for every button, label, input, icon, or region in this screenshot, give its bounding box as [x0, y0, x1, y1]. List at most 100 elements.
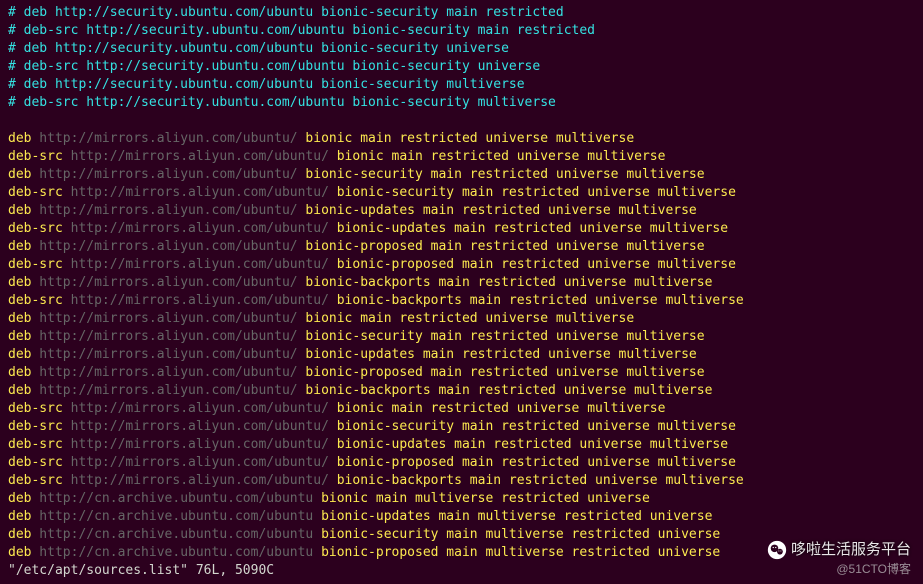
wechat-icon [767, 540, 787, 560]
repo-url: http://mirrors.aliyun.com/ubuntu/ [63, 455, 337, 470]
comment-line: # deb-src http://security.ubuntu.com/ubu… [8, 58, 915, 76]
repo-url: http://mirrors.aliyun.com/ubuntu/ [31, 203, 305, 218]
deb-type: deb [8, 311, 31, 326]
suite-components: bionic-updates main multiverse restricte… [321, 509, 712, 524]
suite-components: bionic-backports main restricted univers… [305, 383, 712, 398]
source-line: deb http://mirrors.aliyun.com/ubuntu/ bi… [8, 310, 915, 328]
suite-components: bionic-proposed main restricted universe… [337, 455, 736, 470]
suite-components: bionic-proposed main multiverse restrict… [321, 545, 720, 560]
suite-components: bionic-backports main restricted univers… [337, 473, 744, 488]
repo-url: http://mirrors.aliyun.com/ubuntu/ [63, 185, 337, 200]
vim-status-line: "/etc/apt/sources.list" 76L, 5090C [8, 562, 915, 580]
deb-type: deb [8, 509, 31, 524]
source-line: deb-src http://mirrors.aliyun.com/ubuntu… [8, 292, 915, 310]
comment-line: # deb http://security.ubuntu.com/ubuntu … [8, 76, 915, 94]
deb-type: deb-src [8, 185, 63, 200]
suite-components: bionic-backports main restricted univers… [305, 275, 712, 290]
suite-components: bionic-updates main restricted universe … [337, 221, 728, 236]
repo-url: http://mirrors.aliyun.com/ubuntu/ [63, 221, 337, 236]
deb-type: deb [8, 239, 31, 254]
deb-type: deb [8, 347, 31, 362]
repo-url: http://mirrors.aliyun.com/ubuntu/ [63, 293, 337, 308]
deb-type: deb-src [8, 149, 63, 164]
source-line: deb http://mirrors.aliyun.com/ubuntu/ bi… [8, 202, 915, 220]
deb-type: deb [8, 131, 31, 146]
source-line: deb http://mirrors.aliyun.com/ubuntu/ bi… [8, 382, 915, 400]
comment-line: # deb-src http://security.ubuntu.com/ubu… [8, 94, 915, 112]
repo-url: http://mirrors.aliyun.com/ubuntu/ [63, 419, 337, 434]
source-line: deb-src http://mirrors.aliyun.com/ubuntu… [8, 184, 915, 202]
deb-type: deb [8, 491, 31, 506]
repo-url: http://mirrors.aliyun.com/ubuntu/ [63, 473, 337, 488]
deb-type: deb [8, 329, 31, 344]
suite-components: bionic-security main restricted universe… [337, 185, 736, 200]
suite-components: bionic-updates main restricted universe … [305, 347, 696, 362]
repo-url: http://mirrors.aliyun.com/ubuntu/ [31, 329, 305, 344]
repo-url: http://mirrors.aliyun.com/ubuntu/ [31, 347, 305, 362]
suite-components: bionic-updates main restricted universe … [337, 437, 728, 452]
suite-components: bionic-proposed main restricted universe… [305, 365, 704, 380]
deb-type: deb-src [8, 473, 63, 488]
comment-line: # deb-src http://security.ubuntu.com/ubu… [8, 22, 915, 40]
deb-type: deb-src [8, 257, 63, 272]
watermark-text: 哆啦生活服务平台 [791, 541, 911, 558]
repo-url: http://mirrors.aliyun.com/ubuntu/ [31, 275, 305, 290]
source-line: deb-src http://mirrors.aliyun.com/ubuntu… [8, 256, 915, 274]
deb-type: deb-src [8, 293, 63, 308]
deb-type: deb-src [8, 419, 63, 434]
source-line: deb-src http://mirrors.aliyun.com/ubuntu… [8, 148, 915, 166]
source-line: deb-src http://mirrors.aliyun.com/ubuntu… [8, 454, 915, 472]
repo-url: http://mirrors.aliyun.com/ubuntu/ [31, 311, 305, 326]
repo-url: http://mirrors.aliyun.com/ubuntu/ [31, 365, 305, 380]
deb-type: deb [8, 383, 31, 398]
suite-components: bionic main multiverse restricted univer… [321, 491, 650, 506]
suite-components: bionic-security main restricted universe… [305, 167, 704, 182]
source-line: deb http://mirrors.aliyun.com/ubuntu/ bi… [8, 130, 915, 148]
suite-components: bionic main restricted universe multiver… [305, 311, 634, 326]
suite-components: bionic-security main restricted universe… [337, 419, 736, 434]
comment-line: # deb http://security.ubuntu.com/ubuntu … [8, 4, 915, 22]
comment-line: # deb http://security.ubuntu.com/ubuntu … [8, 40, 915, 58]
source-line: deb http://mirrors.aliyun.com/ubuntu/ bi… [8, 364, 915, 382]
deb-type: deb [8, 527, 31, 542]
suite-components: bionic main restricted universe multiver… [337, 401, 666, 416]
repo-url: http://cn.archive.ubuntu.com/ubuntu [31, 527, 321, 542]
source-line: deb http://mirrors.aliyun.com/ubuntu/ bi… [8, 328, 915, 346]
repo-url: http://cn.archive.ubuntu.com/ubuntu [31, 491, 321, 506]
source-line: deb http://mirrors.aliyun.com/ubuntu/ bi… [8, 238, 915, 256]
repo-url: http://mirrors.aliyun.com/ubuntu/ [31, 239, 305, 254]
suite-components: bionic-proposed main restricted universe… [337, 257, 736, 272]
repo-url: http://cn.archive.ubuntu.com/ubuntu [31, 509, 321, 524]
deb-type: deb-src [8, 401, 63, 416]
deb-type: deb-src [8, 437, 63, 452]
source-line: deb http://cn.archive.ubuntu.com/ubuntu … [8, 508, 915, 526]
suite-components: bionic main restricted universe multiver… [305, 131, 634, 146]
blank-line [8, 112, 915, 130]
terminal-editor[interactable]: # deb http://security.ubuntu.com/ubuntu … [8, 4, 915, 580]
suite-components: bionic-updates main restricted universe … [305, 203, 696, 218]
repo-url: http://mirrors.aliyun.com/ubuntu/ [31, 167, 305, 182]
deb-type: deb [8, 275, 31, 290]
wechat-watermark: 哆啦生活服务平台 [767, 540, 911, 560]
source-line: deb-src http://mirrors.aliyun.com/ubuntu… [8, 220, 915, 238]
source-line: deb http://mirrors.aliyun.com/ubuntu/ bi… [8, 166, 915, 184]
repo-url: http://mirrors.aliyun.com/ubuntu/ [63, 149, 337, 164]
deb-type: deb [8, 365, 31, 380]
suite-components: bionic-security main restricted universe… [305, 329, 704, 344]
repo-url: http://mirrors.aliyun.com/ubuntu/ [31, 131, 305, 146]
repo-url: http://mirrors.aliyun.com/ubuntu/ [63, 437, 337, 452]
source-line: deb http://mirrors.aliyun.com/ubuntu/ bi… [8, 274, 915, 292]
source-line: deb-src http://mirrors.aliyun.com/ubuntu… [8, 436, 915, 454]
repo-url: http://mirrors.aliyun.com/ubuntu/ [31, 383, 305, 398]
deb-type: deb-src [8, 455, 63, 470]
source-line: deb-src http://mirrors.aliyun.com/ubuntu… [8, 418, 915, 436]
deb-type: deb [8, 167, 31, 182]
deb-type: deb-src [8, 221, 63, 236]
source-line: deb http://cn.archive.ubuntu.com/ubuntu … [8, 490, 915, 508]
source-line: deb-src http://mirrors.aliyun.com/ubuntu… [8, 400, 915, 418]
repo-url: http://mirrors.aliyun.com/ubuntu/ [63, 401, 337, 416]
source-line: deb-src http://mirrors.aliyun.com/ubuntu… [8, 472, 915, 490]
repo-url: http://mirrors.aliyun.com/ubuntu/ [63, 257, 337, 272]
suite-components: bionic-proposed main restricted universe… [305, 239, 704, 254]
suite-components: bionic-backports main restricted univers… [337, 293, 744, 308]
